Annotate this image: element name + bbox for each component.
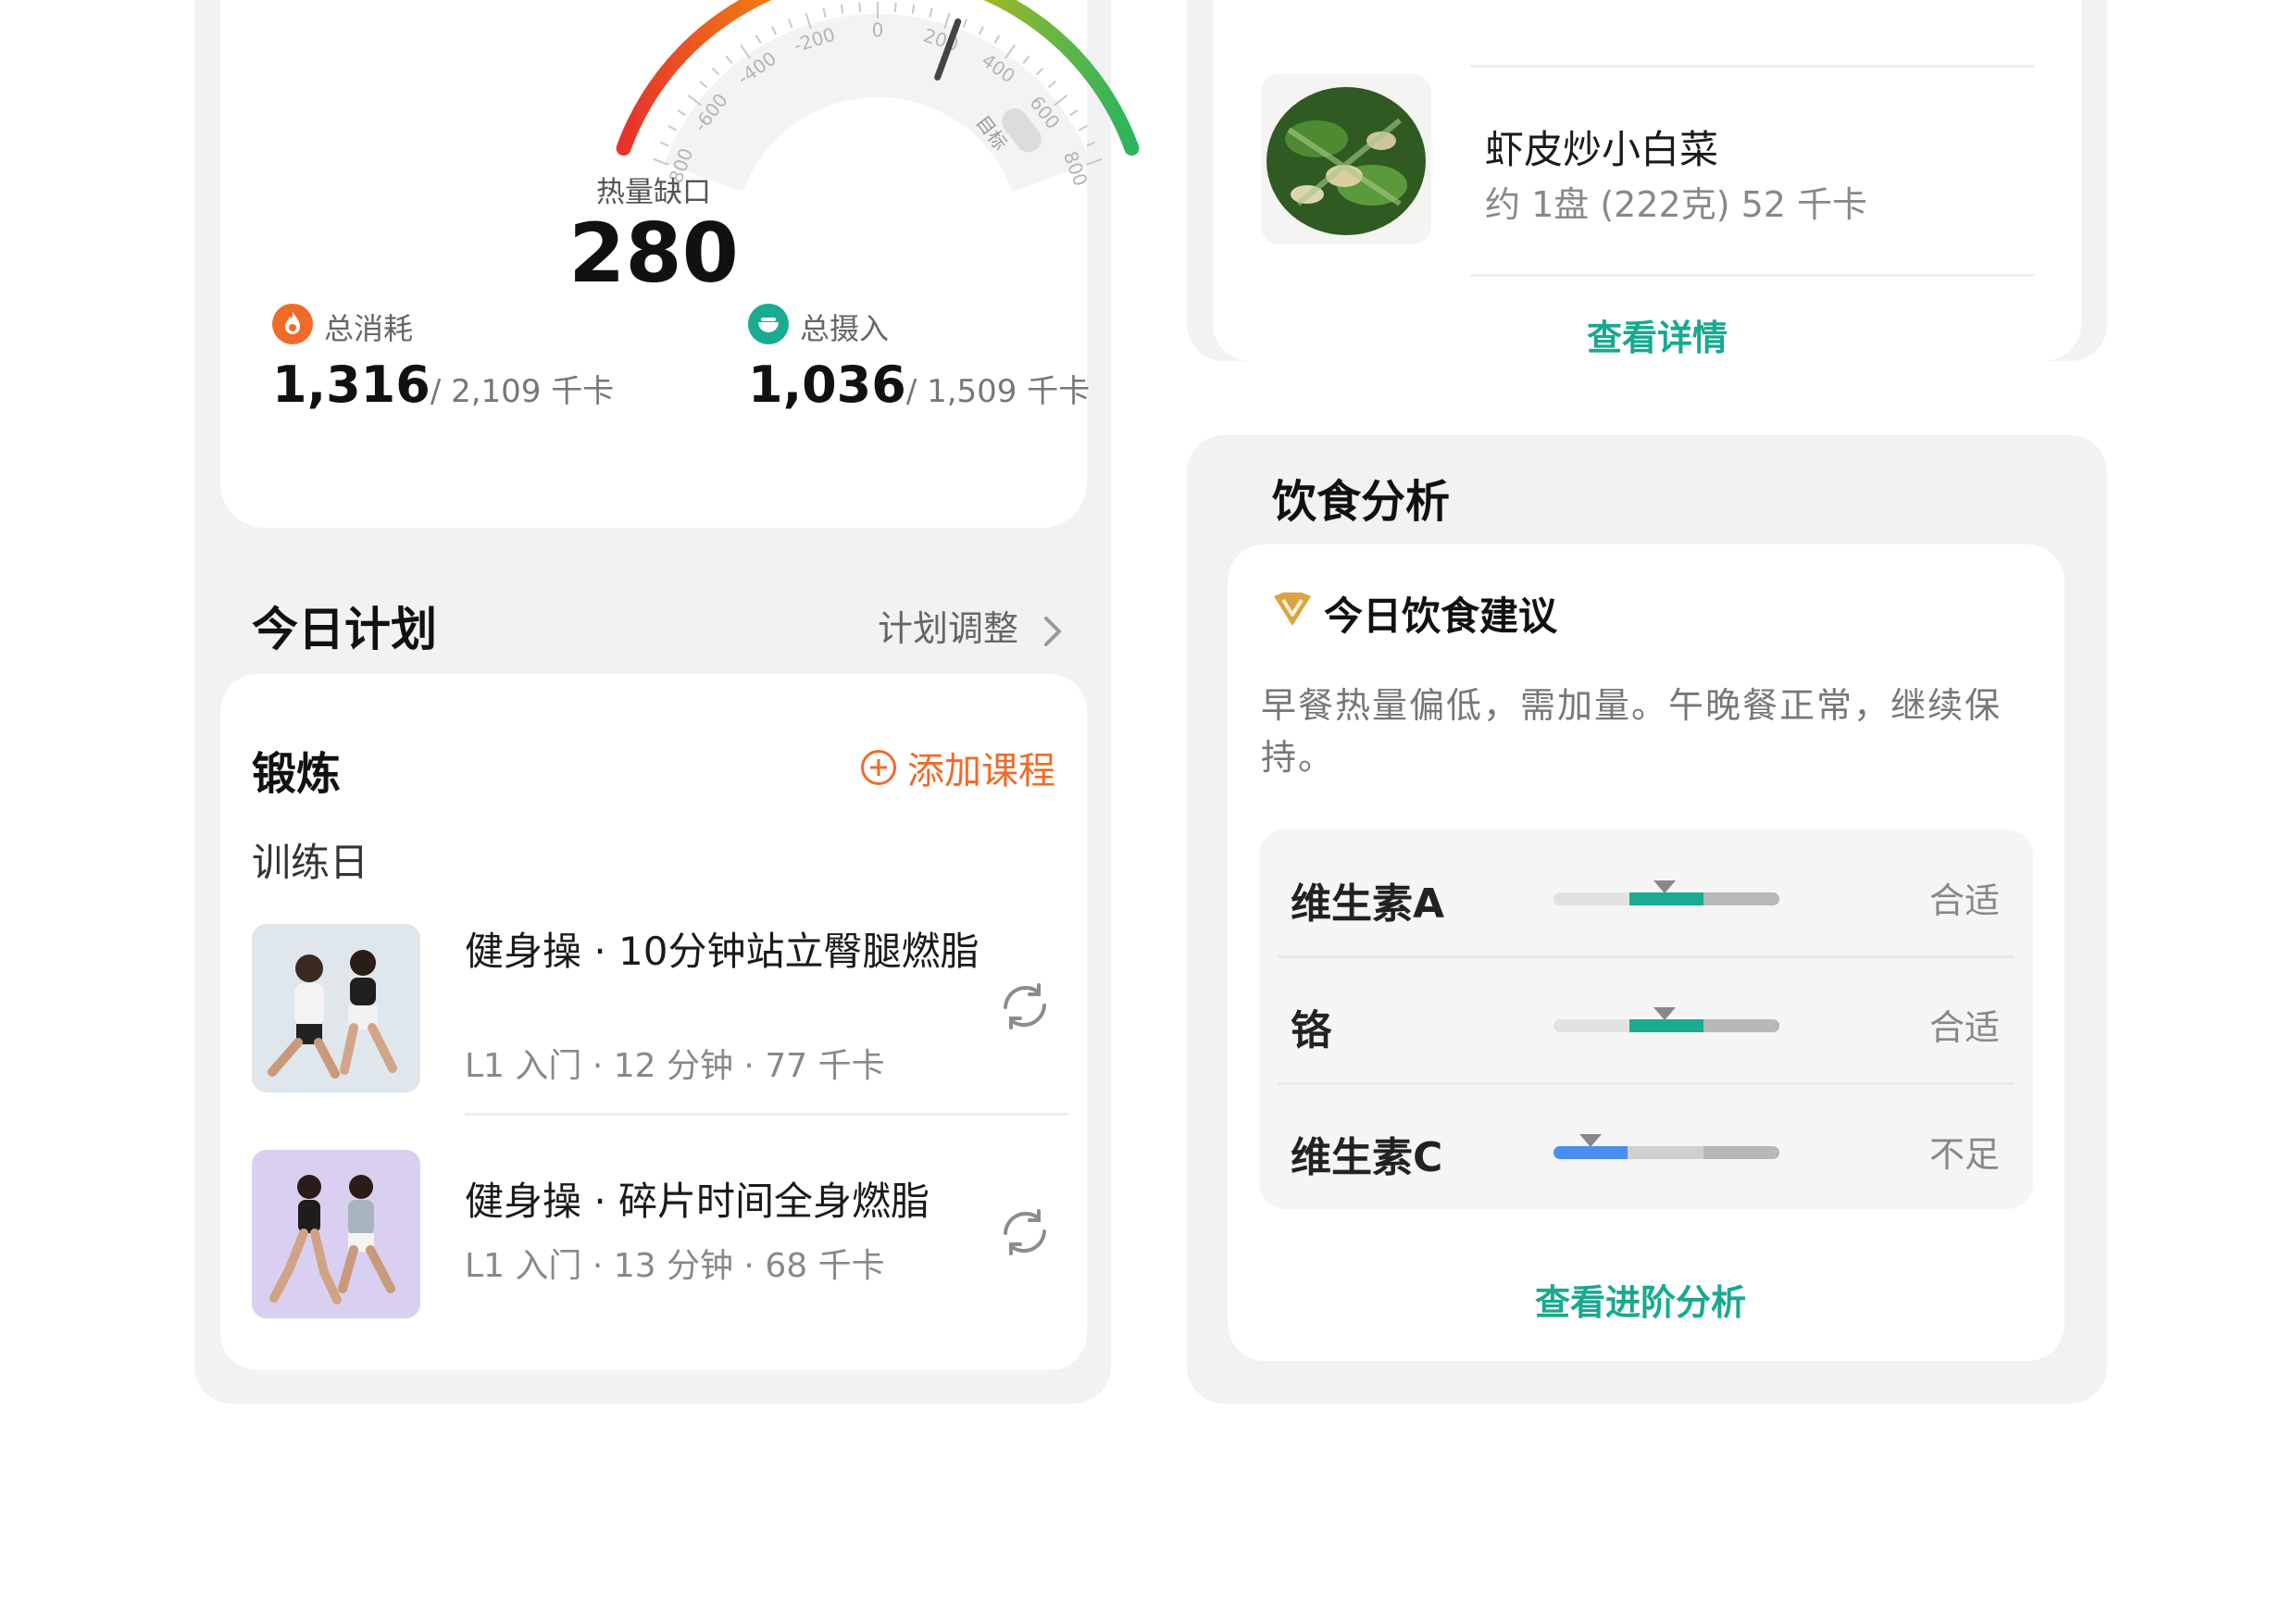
course-title: 健身操 · 10分钟站立臀腿燃脂 xyxy=(465,929,980,974)
add-course-label: 添加课程 xyxy=(907,750,1055,792)
exercise-card: 锻炼 添加课程 训练日 健身操 · 10分钟站立臀腿燃脂 L1 入门 · 12 … xyxy=(220,674,1087,1370)
gauge-tick xyxy=(929,7,933,18)
today-plan-title: 今日计划 xyxy=(252,603,437,656)
total-intake-goal: / 1,509 千卡 xyxy=(905,373,1091,410)
plan-adjust-label: 计划调整 xyxy=(878,608,1019,649)
total-burn-label: 总消耗 xyxy=(324,311,414,346)
food-list-card: 虾皮炒小白菜 约 1盘 (222克) 52 千卡 查看详情 xyxy=(1213,0,2081,361)
advice-text: 早餐热量偏低，需加量。午晚餐正常，继续保持。 xyxy=(1261,685,2003,778)
nutrient-status: 合适 xyxy=(1928,1007,2000,1048)
course-thumbnail xyxy=(252,1150,420,1318)
gauge-tick xyxy=(1053,94,1068,106)
total-burn-stat: 总消耗 1,316/ 2,109 千卡 xyxy=(272,304,643,426)
bowl-icon xyxy=(748,304,789,344)
nutrient-list: 维生素A 合适 铬 合适 维生素C 不足 xyxy=(1259,830,2033,1209)
plus-circle-icon xyxy=(861,750,896,785)
gauge-tick xyxy=(858,2,862,12)
nutrient-level-bar xyxy=(1554,892,1779,905)
refresh-icon[interactable] xyxy=(998,1205,1052,1259)
gauge-tick xyxy=(911,4,916,15)
gauge-tick xyxy=(677,109,686,117)
gauge-tick xyxy=(822,7,827,18)
flame-icon xyxy=(272,304,313,344)
gauge-tick xyxy=(1047,81,1056,89)
nutrient-level-track-mid xyxy=(1628,1146,1703,1159)
total-burn-goal: / 2,109 千卡 xyxy=(430,373,615,410)
course-divider xyxy=(465,1113,1068,1116)
gauge-tick xyxy=(1022,55,1030,64)
diet-advice-card: 今日饮食建议 早餐热量偏低，需加量。午晚餐正常，继续保持。 维生素A 合适 铬 … xyxy=(1228,544,2065,1361)
gauge-tick xyxy=(1086,141,1096,147)
nutrient-level-fill xyxy=(1629,1019,1703,1032)
nutrient-name: 铬 xyxy=(1291,1007,1331,1054)
gauge-tick xyxy=(699,81,708,89)
total-intake-label: 总摄入 xyxy=(800,311,890,346)
plan-adjust-link[interactable]: 计划调整 xyxy=(878,600,1067,651)
nutrient-status: 不足 xyxy=(1928,1134,2000,1175)
food-divider xyxy=(1470,274,2035,277)
nutrient-name: 维生素C xyxy=(1291,1134,1443,1181)
nutrient-marker-icon xyxy=(1579,1134,1602,1147)
chevron-right-icon xyxy=(1044,616,1062,646)
gauge-tick xyxy=(1035,67,1044,76)
food-name: 虾皮炒小白菜 xyxy=(1485,127,1719,172)
nutrient-level-track-high xyxy=(1703,1019,1779,1032)
nutrient-row-vitamin-c: 维生素C 不足 xyxy=(1259,1083,2033,1209)
gauge-tick xyxy=(962,19,968,29)
total-intake-value: 1,036 xyxy=(748,356,906,414)
nutrient-row-vitamin-a: 维生素A 合适 xyxy=(1259,830,2033,955)
total-intake-stat: 总摄入 1,036/ 1,509 千卡 xyxy=(748,304,1090,426)
gauge-tick xyxy=(725,55,733,64)
nutrient-level-track-high xyxy=(1703,892,1779,905)
gauge-tick xyxy=(840,4,844,15)
gauge-tick xyxy=(1069,109,1079,117)
advice-title: 今日饮食建议 xyxy=(1324,593,1558,639)
gauge-tick xyxy=(787,19,793,29)
food-thumbnail xyxy=(1261,74,1431,244)
calorie-deficit-value: 280 xyxy=(568,206,739,301)
course-thumbnail xyxy=(252,924,420,1092)
view-details-link[interactable]: 查看详情 xyxy=(1587,309,1728,360)
gauge-scale-label: 0 xyxy=(872,19,884,42)
course-title: 健身操 · 碎片时间全身燃脂 xyxy=(465,1179,930,1224)
total-burn-value: 1,316 xyxy=(272,356,430,414)
calorie-gauge-card[interactable]: -800 -600 -400 -200 0 200 400 600 800 目标 热量缺口 280… xyxy=(220,0,1140,528)
nutrient-marker-icon xyxy=(1653,1007,1676,1020)
nutrient-name: 维生素A xyxy=(1291,880,1445,928)
premium-v-icon xyxy=(1274,593,1311,626)
gauge-tick xyxy=(711,67,720,76)
diet-analysis-title: 饮食分析 xyxy=(1272,476,1451,528)
nutrient-row-chromium: 铬 合适 xyxy=(1259,956,2033,1082)
gauge-tick xyxy=(893,2,897,12)
nutrient-status: 合适 xyxy=(1928,880,2000,921)
gauge-tick xyxy=(770,26,778,36)
advanced-analysis-link[interactable]: 查看进阶分析 xyxy=(1535,1274,1746,1325)
nutrient-level-bar xyxy=(1554,1019,1779,1032)
gauge-tick xyxy=(993,34,1001,44)
gauge-tick xyxy=(668,125,678,131)
add-course-button[interactable]: 添加课程 xyxy=(861,741,1055,794)
nutrient-level-bar xyxy=(1554,1146,1779,1159)
nutrient-level-fill xyxy=(1554,1146,1628,1159)
gauge-tick xyxy=(687,94,703,106)
training-day-label: 训练日 xyxy=(252,840,369,885)
course-meta: L1 入门 · 12 分钟 · 77 千卡 xyxy=(465,1047,885,1085)
refresh-icon[interactable] xyxy=(998,979,1052,1033)
food-divider xyxy=(1470,65,2035,68)
food-meta: 约 1盘 (222克) 52 千卡 xyxy=(1485,184,1868,225)
gauge-tick xyxy=(755,34,762,44)
gauge-tick xyxy=(978,26,985,36)
gauge-tick xyxy=(1078,125,1088,131)
gauge-title: 热量缺口 xyxy=(596,176,711,209)
exercise-title: 锻炼 xyxy=(252,748,342,800)
gauge-tick xyxy=(659,141,669,147)
nutrient-level-fill xyxy=(1629,892,1703,905)
nutrient-marker-icon xyxy=(1653,880,1676,893)
course-meta: L1 入门 · 13 分钟 · 68 千卡 xyxy=(465,1247,885,1285)
nutrient-level-track-high xyxy=(1703,1146,1779,1159)
